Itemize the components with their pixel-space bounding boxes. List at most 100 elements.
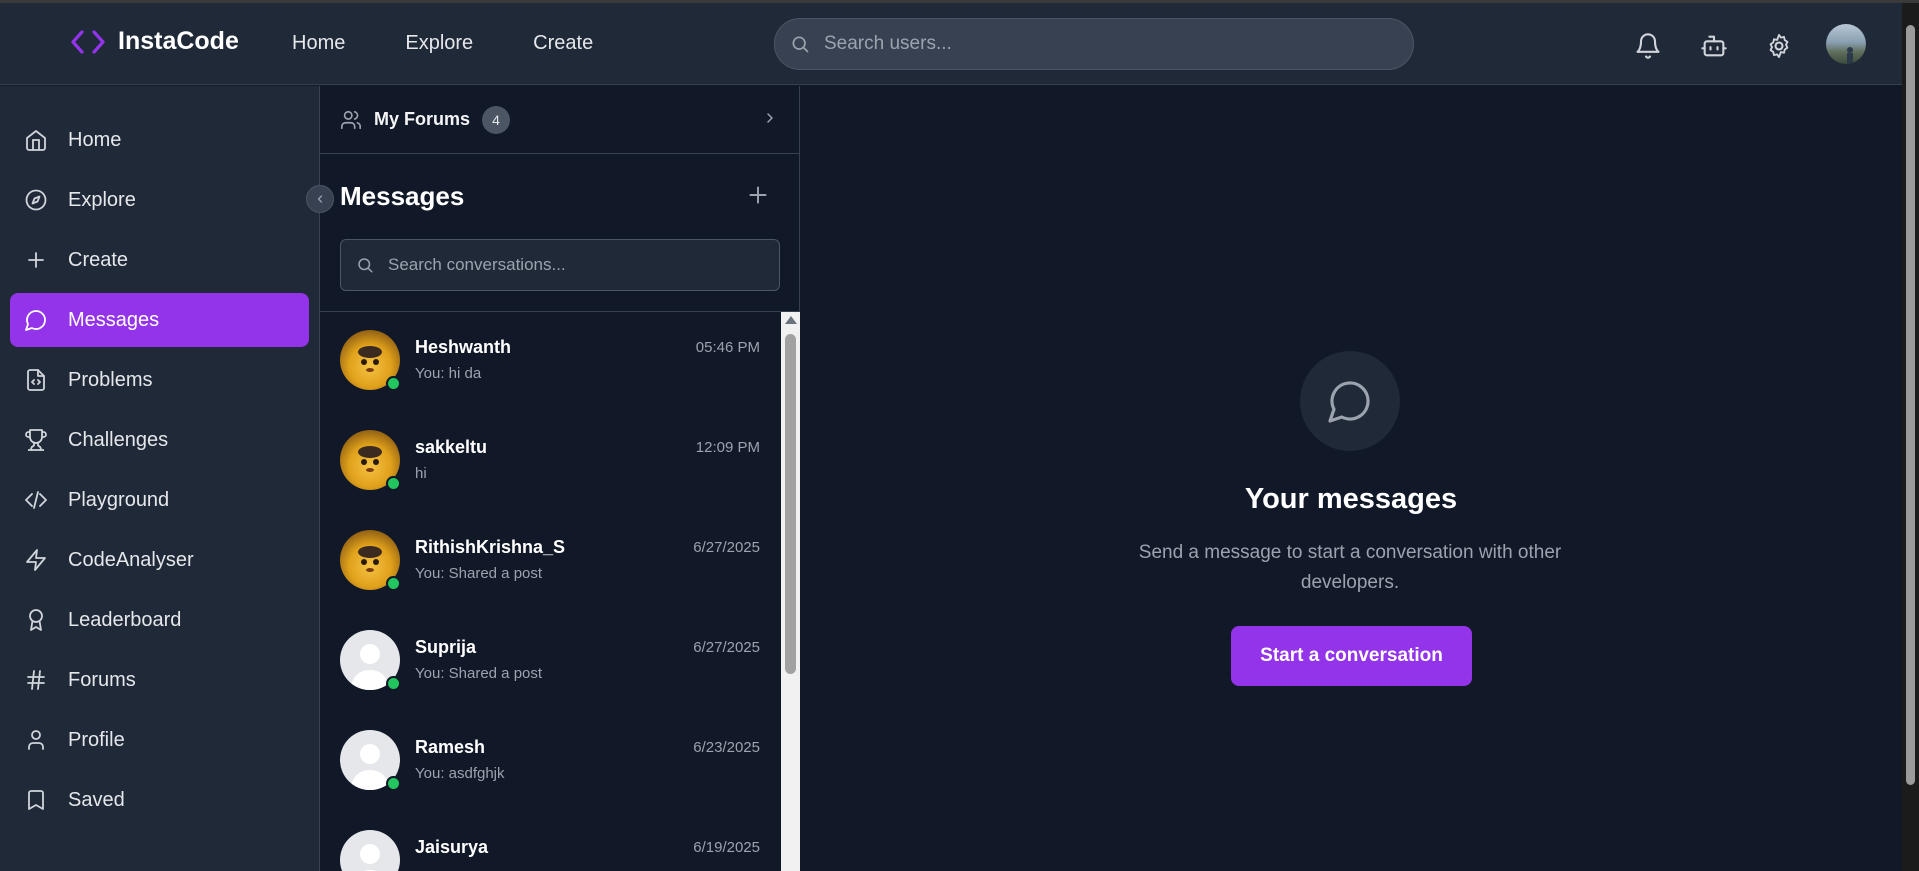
messages-panel: My Forums 4 Messages Heshwanth 05:46 PM … (320, 86, 800, 871)
logo-text: InstaCode (118, 27, 239, 55)
online-indicator (386, 376, 401, 391)
start-conversation-button[interactable]: Start a conversation (1231, 626, 1472, 686)
sidebar-item-label: Playground (68, 488, 170, 511)
online-indicator (386, 676, 401, 691)
collapse-sidebar-button[interactable] (306, 185, 334, 213)
nav-create[interactable]: Create (533, 32, 593, 55)
default-avatar (340, 830, 400, 871)
sidebar-item-label: Challenges (68, 428, 169, 451)
conversation-name: sakkeltu (415, 437, 488, 457)
user-search-input[interactable] (824, 33, 1384, 55)
conversation-name: Jaisurya (415, 837, 489, 857)
conversation-item[interactable]: Jaisurya 6/19/2025 (320, 812, 780, 871)
conversation-time: 05:46 PM (695, 339, 760, 356)
user-search-box (774, 18, 1414, 70)
sidebar-item-explore[interactable]: Explore (10, 173, 309, 227)
sidebar-item-leaderboard[interactable]: Leaderboard (10, 593, 309, 647)
profile-avatar[interactable] (1826, 24, 1866, 64)
conversation-preview: You: Shared a post (415, 565, 543, 582)
sidebar-item-profile[interactable]: Profile (10, 713, 309, 767)
left-sidebar: Home Explore Create Messages Problems Ch… (0, 86, 320, 871)
sidebar-item-problems[interactable]: Problems (10, 353, 309, 407)
plus-icon (749, 186, 767, 204)
chevron-right-icon[interactable] (762, 110, 778, 126)
conversation-item[interactable]: Ramesh 6/23/2025 You: asdfghjk (320, 712, 780, 812)
conversation-name: Heshwanth (415, 337, 512, 357)
logo[interactable]: InstaCode (70, 27, 239, 56)
conversation-time: 6/23/2025 (693, 739, 760, 756)
conversation-list: Heshwanth 05:46 PM You: hi da sakkeltu 1… (320, 312, 780, 871)
conversation-item[interactable]: RithishKrishna_S 6/27/2025 You: Shared a… (320, 512, 780, 612)
message-circle-icon (1326, 377, 1374, 425)
sidebar-item-forums[interactable]: Forums (10, 653, 309, 707)
my-forums-label: My Forums (374, 109, 471, 129)
users-icon (340, 109, 362, 131)
main-panel: Your messages Send a message to start a … (800, 86, 1902, 871)
sidebar-item-codeanalyser[interactable]: CodeAnalyser (10, 533, 309, 587)
sidebar-item-label: CodeAnalyser (68, 548, 194, 571)
empty-state-subtitle: Send a message to start a conversation w… (1138, 542, 1562, 593)
scroll-up-arrow[interactable] (785, 316, 797, 324)
new-message-button[interactable] (745, 182, 771, 208)
scrollbar-thumb[interactable] (785, 334, 796, 674)
conversation-preview: You: hi da (415, 365, 482, 382)
sidebar-item-create[interactable]: Create (10, 233, 309, 287)
conversation-search-input[interactable] (388, 255, 768, 275)
messages-title: Messages (340, 181, 465, 211)
page-scrollbar[interactable] (1902, 3, 1919, 871)
conversation-time: 6/27/2025 (693, 539, 760, 556)
trophy-icon (24, 428, 48, 452)
forums-count-badge: 4 (482, 105, 511, 134)
bell-icon[interactable] (1634, 32, 1662, 60)
conversation-item[interactable]: sakkeltu 12:09 PM hi (320, 412, 780, 512)
conversation-name: Ramesh (415, 737, 486, 757)
conversation-preview: You: asdfghjk (415, 765, 505, 782)
gear-icon[interactable] (1765, 32, 1793, 60)
sidebar-item-label: Explore (68, 188, 136, 211)
zap-icon (24, 548, 48, 572)
message-icon (24, 308, 48, 332)
conversation-item[interactable]: Heshwanth 05:46 PM You: hi da (320, 312, 780, 412)
conversation-item[interactable]: Suprija 6/27/2025 You: Shared a post (320, 612, 780, 712)
sidebar-item-label: Forums (68, 668, 136, 691)
chevron-left-icon (314, 193, 326, 205)
nav-explore[interactable]: Explore (405, 32, 473, 55)
plus-icon (24, 248, 48, 272)
my-forums-bar[interactable]: My Forums 4 (320, 86, 800, 154)
home-icon (24, 128, 48, 152)
empty-state-icon-circle (1300, 351, 1400, 451)
conversation-list-scrollbar[interactable] (781, 312, 800, 871)
conversation-name: RithishKrishna_S (415, 537, 566, 557)
sidebar-item-label: Profile (68, 728, 125, 751)
code-icon (24, 488, 48, 512)
sidebar-item-home[interactable]: Home (10, 113, 309, 167)
hash-icon (24, 668, 48, 692)
code-logo-icon (70, 28, 106, 56)
sidebar-item-label: Create (68, 248, 129, 271)
empty-state-title: Your messages (1244, 483, 1458, 515)
sidebar-item-saved[interactable]: Saved (10, 773, 309, 827)
sidebar-item-challenges[interactable]: Challenges (10, 413, 309, 467)
conversation-preview: hi (415, 465, 427, 482)
sidebar-item-messages[interactable]: Messages (10, 293, 309, 347)
bookmark-icon (24, 788, 48, 812)
sidebar-item-label: Home (68, 128, 122, 151)
sidebar-item-label: Saved (68, 788, 125, 811)
sidebar-item-label: Leaderboard (68, 608, 182, 631)
online-indicator (386, 576, 401, 591)
conversation-search-box (340, 239, 780, 291)
online-indicator (386, 476, 401, 491)
sidebar-item-playground[interactable]: Playground (10, 473, 309, 527)
award-icon (24, 608, 48, 632)
page-scrollbar-thumb[interactable] (1906, 25, 1915, 785)
file-code-icon (24, 368, 48, 392)
online-indicator (386, 776, 401, 791)
search-icon (356, 256, 374, 274)
sidebar-item-label: Problems (68, 368, 153, 391)
nav-home[interactable]: Home (292, 32, 345, 55)
bot-icon[interactable] (1700, 32, 1728, 60)
user-icon (24, 728, 48, 752)
conversation-time: 6/27/2025 (693, 639, 760, 656)
conversation-preview: You: Shared a post (415, 665, 543, 682)
conversation-name: Suprija (415, 637, 477, 657)
